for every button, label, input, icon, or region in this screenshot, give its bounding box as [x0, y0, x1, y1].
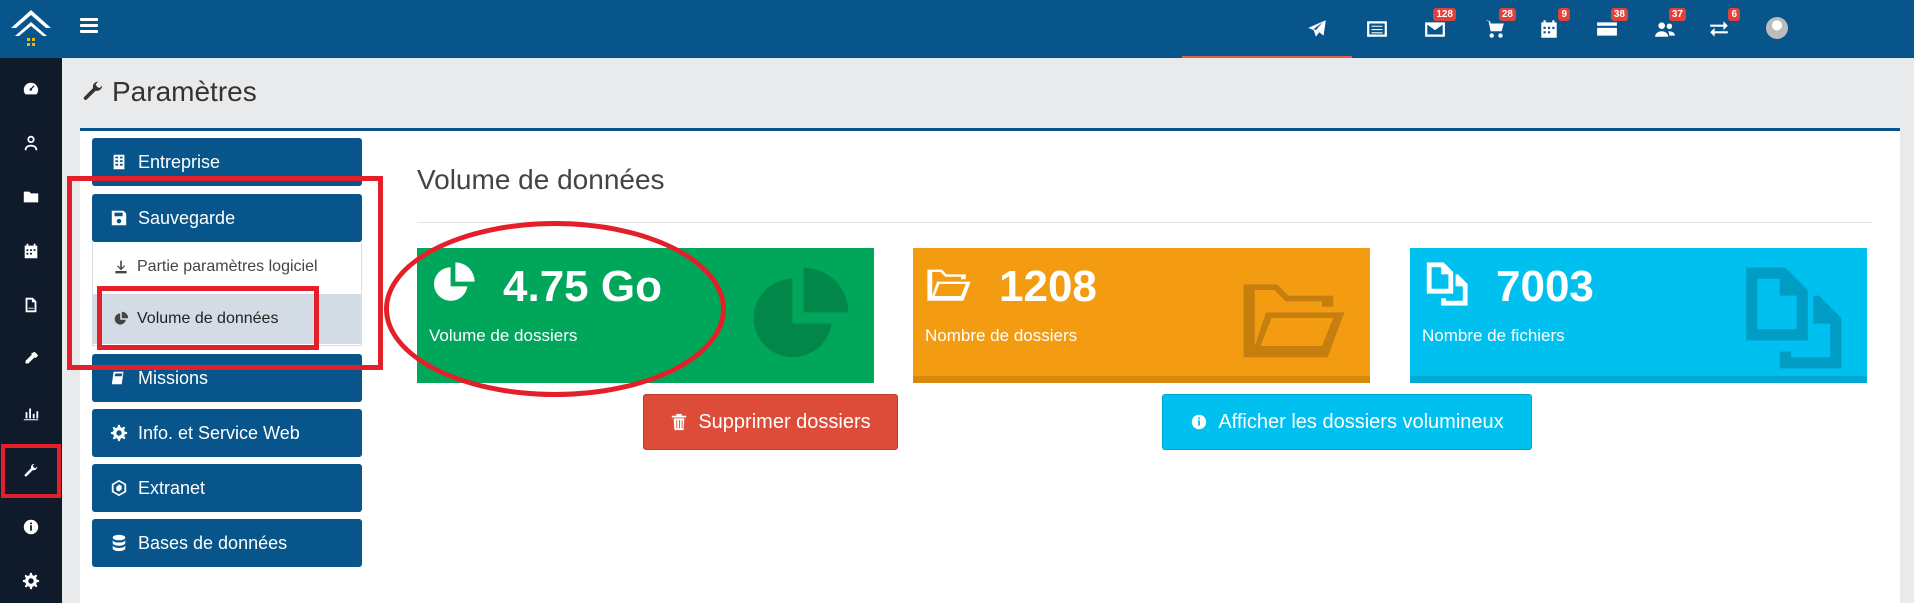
list-card-icon [1367, 21, 1387, 37]
rail-folders[interactable] [0, 170, 62, 224]
house-logo-icon [11, 10, 51, 46]
transfers-badge: 6 [1728, 8, 1740, 21]
gear-icon [110, 424, 128, 442]
info-icon [1192, 414, 1207, 430]
rail-config[interactable] [0, 554, 62, 603]
messages-badge: 128 [1433, 8, 1456, 21]
credit-card-icon [1597, 22, 1617, 36]
bar-chart-icon [23, 408, 39, 421]
users-icon [1655, 22, 1675, 37]
calendar-badge: 9 [1558, 8, 1570, 21]
messages-button[interactable]: 128 [1420, 8, 1456, 44]
stat-nombre-fichiers: 7003 Nombre de fichiers [1410, 248, 1867, 383]
show-large-folders-button[interactable]: Afficher les dossiers volumineux [1162, 394, 1532, 450]
top-bar: 128 28 9 38 37 6 [62, 0, 1914, 58]
active-tab-underline [1182, 56, 1352, 58]
users-badge: 37 [1668, 8, 1686, 21]
eyedropper-icon [25, 351, 39, 364]
gear-icon [22, 572, 40, 590]
file-pdf-icon [25, 297, 37, 313]
dashboard-icon [23, 82, 39, 95]
cart-icon [1485, 20, 1504, 38]
envelope-icon [1425, 22, 1445, 37]
calendar-icon [24, 243, 38, 259]
cart-badge: 28 [1498, 8, 1516, 21]
files-watermark-icon [1735, 262, 1847, 374]
cards-button[interactable]: 38 [1592, 8, 1628, 44]
divider [417, 222, 1872, 223]
rail-dashboard[interactable] [0, 62, 62, 116]
rail-stats[interactable] [0, 386, 62, 440]
send-button[interactable] [1302, 14, 1332, 44]
menu-bases-donnees[interactable]: Bases de données [92, 519, 362, 567]
page-title: Paramètres [80, 76, 257, 108]
wrench-icon [83, 81, 103, 100]
list-button[interactable] [1362, 14, 1392, 44]
building-icon [113, 154, 125, 170]
stat-footer-shadow [913, 376, 1370, 383]
hamburger-menu-icon[interactable] [80, 18, 98, 34]
rail-calendar[interactable] [0, 224, 62, 278]
app-logo[interactable] [0, 0, 62, 58]
network-icon [111, 479, 127, 497]
stat-nombre-dossiers: 1208 Nombre de dossiers [913, 248, 1370, 383]
transfers-button[interactable]: 6 [1704, 8, 1740, 44]
stat-label: Nombre de fichiers [1422, 326, 1565, 345]
exchange-icon [1710, 21, 1728, 37]
highlight-box-volume [97, 286, 319, 350]
cards-badge: 38 [1610, 8, 1628, 21]
menu-info-service-web[interactable]: Info. et Service Web [92, 409, 362, 457]
folder-open-watermark-icon [1238, 262, 1350, 374]
section-title: Volume de données [417, 164, 665, 195]
menu-extranet[interactable]: Extranet [92, 464, 362, 512]
calendar-icon [1541, 20, 1557, 38]
rail-users[interactable] [0, 116, 62, 170]
book-icon [111, 371, 124, 385]
rail-tools[interactable] [0, 332, 62, 386]
user-icon [24, 135, 38, 151]
highlight-box-rail [1, 444, 61, 498]
page-title-text: Paramètres [112, 76, 257, 107]
users-button[interactable]: 37 [1650, 8, 1686, 44]
stat-label: Nombre de dossiers [925, 326, 1078, 345]
delete-folders-button[interactable]: Supprimer dossiers [643, 394, 898, 450]
database-icon [112, 534, 126, 552]
rail-info[interactable] [0, 500, 62, 554]
files-icon [1422, 260, 1470, 308]
paper-plane-icon [1308, 20, 1326, 37]
user-avatar[interactable] [1766, 17, 1788, 39]
stat-value: 1208 [999, 262, 1097, 311]
trash-icon [672, 413, 687, 431]
calendar-button[interactable]: 9 [1534, 8, 1570, 44]
pie-chart-watermark-icon [742, 262, 854, 374]
cart-button[interactable]: 28 [1480, 8, 1516, 44]
info-icon [23, 519, 39, 535]
stat-value: 7003 [1496, 262, 1594, 311]
rail-pdf[interactable] [0, 278, 62, 332]
stat-footer-shadow [1410, 376, 1867, 383]
highlight-ellipse-volume [384, 221, 726, 397]
folder-open-icon [925, 260, 973, 308]
folder-icon [23, 191, 39, 203]
left-rail [0, 0, 62, 603]
